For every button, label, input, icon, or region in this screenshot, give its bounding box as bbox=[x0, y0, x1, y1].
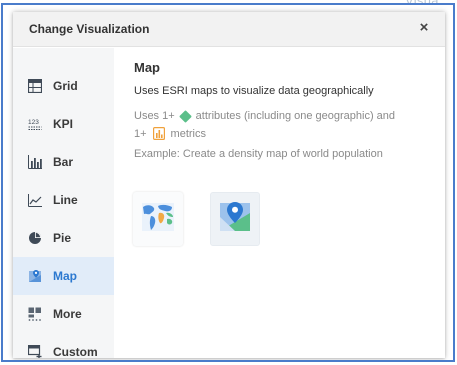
sidebar-item-label: KPI bbox=[53, 117, 74, 131]
metric-icon bbox=[152, 127, 165, 141]
requirements-line-2: 1+ metrics bbox=[134, 127, 206, 141]
visualization-description: Uses ESRI maps to visualize data geograp… bbox=[134, 85, 374, 97]
requirements-attributes-text: attributes (including one geographic) an… bbox=[195, 110, 396, 122]
dialog-title: Change Visualization bbox=[29, 22, 150, 36]
sidebar-item-line[interactable]: Line bbox=[13, 181, 114, 219]
visualization-example: Example: Create a density map of world p… bbox=[134, 148, 383, 160]
custom-icon bbox=[27, 344, 42, 358]
location-map-option[interactable] bbox=[210, 192, 260, 246]
dialog-header: Change Visualization × bbox=[13, 12, 445, 47]
visualization-sidebar: Grid 123 KPI Bar Line Pie Map More Custo… bbox=[13, 48, 114, 358]
world-map-icon bbox=[140, 199, 176, 240]
change-visualization-dialog: Change Visualization × Grid 123 KPI Bar … bbox=[13, 12, 445, 358]
map-icon bbox=[28, 269, 42, 283]
map-pin-icon bbox=[217, 199, 253, 240]
world-map-option[interactable] bbox=[133, 192, 183, 246]
kpi-icon-text: 123 bbox=[28, 119, 39, 126]
sidebar-item-custom[interactable]: Custom bbox=[13, 333, 114, 358]
sidebar-item-grid[interactable]: Grid bbox=[13, 67, 114, 105]
sidebar-item-map[interactable]: Map bbox=[13, 257, 114, 295]
sidebar-item-label: Bar bbox=[53, 155, 74, 169]
bar-chart-icon bbox=[28, 155, 42, 169]
sidebar-item-label: Custom bbox=[53, 345, 98, 358]
requirements-metrics-text: metrics bbox=[170, 127, 206, 140]
close-icon[interactable]: × bbox=[417, 20, 431, 35]
sidebar-item-more[interactable]: More bbox=[13, 295, 114, 333]
line-chart-icon bbox=[28, 193, 42, 207]
sidebar-item-label: More bbox=[53, 307, 82, 321]
sidebar-item-label: Map bbox=[53, 269, 77, 283]
sidebar-item-label: Grid bbox=[53, 79, 78, 93]
kpi-icon: 123 bbox=[28, 117, 42, 131]
more-icon bbox=[28, 307, 42, 321]
sidebar-item-kpi[interactable]: 123 KPI bbox=[13, 105, 114, 143]
requirements-line-1: Uses 1+ attributes (including one geogra… bbox=[134, 109, 396, 123]
requirements-prefix: Uses 1+ bbox=[134, 110, 175, 122]
sidebar-item-label: Line bbox=[53, 193, 78, 207]
attribute-icon bbox=[178, 109, 192, 123]
visualization-title: Map bbox=[134, 60, 160, 75]
screenshot-frame: Change Visualization × Grid 123 KPI Bar … bbox=[1, 3, 455, 362]
sidebar-item-pie[interactable]: Pie bbox=[13, 219, 114, 257]
requirements-prefix: 1+ bbox=[134, 127, 147, 140]
visualization-detail-panel: Map Uses ESRI maps to visualize data geo… bbox=[114, 48, 445, 358]
sidebar-item-label: Pie bbox=[53, 231, 72, 245]
grid-icon bbox=[27, 78, 43, 94]
sidebar-item-bar[interactable]: Bar bbox=[13, 143, 114, 181]
pie-chart-icon bbox=[28, 231, 42, 245]
